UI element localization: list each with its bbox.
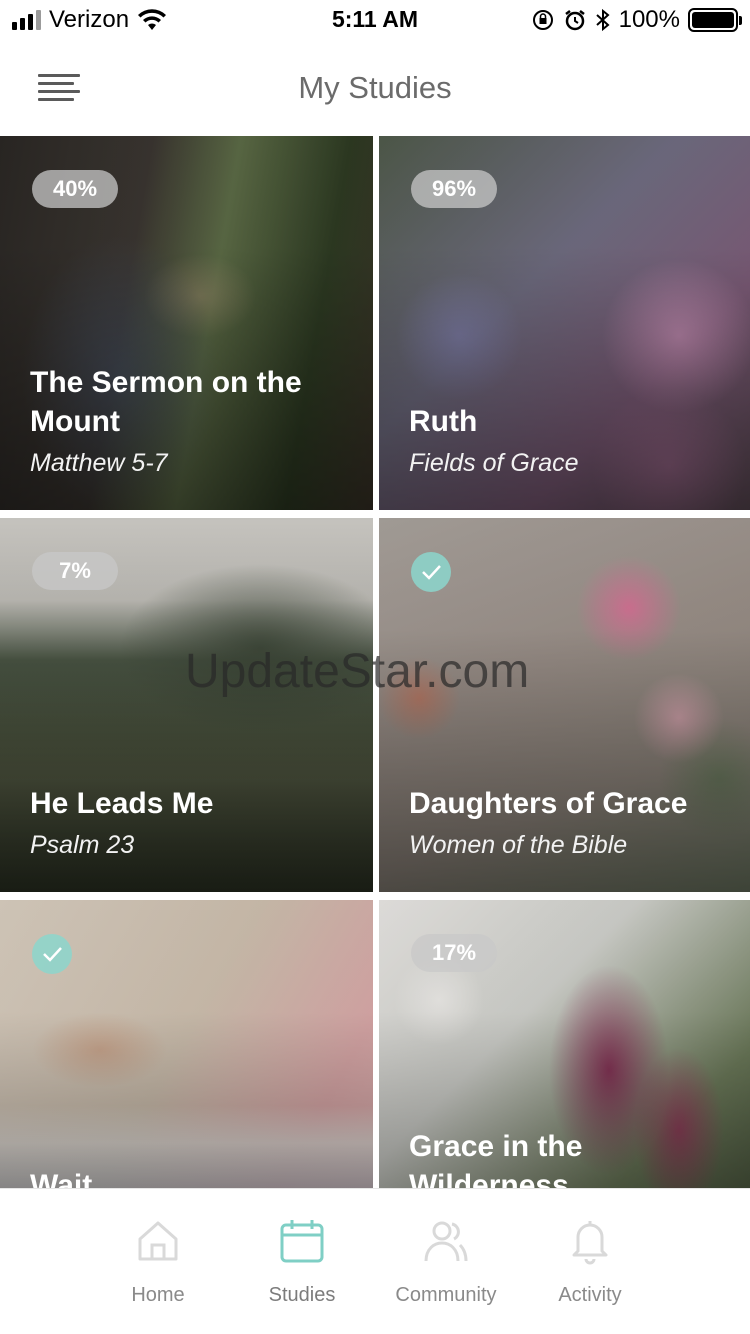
study-subtitle: Psalm 23 xyxy=(30,831,135,859)
tab-bar: Home Studies Community Activity xyxy=(0,1188,750,1334)
watermark: UpdateStar.com xyxy=(185,645,530,698)
tab-activity[interactable]: Activity xyxy=(496,1189,684,1334)
completed-check-icon xyxy=(411,552,451,592)
nav-header: My Studies xyxy=(0,40,750,136)
study-card-wait[interactable]: Wait xyxy=(0,900,373,1188)
status-bar: Verizon 5:11 AM 100% xyxy=(0,0,750,40)
progress-badge: 17% xyxy=(411,934,497,972)
battery-icon xyxy=(688,8,742,32)
battery-percent: 100% xyxy=(618,6,680,33)
calendar-icon xyxy=(280,1220,324,1263)
tab-label: Activity xyxy=(558,1284,622,1306)
status-right: 100% xyxy=(531,6,742,34)
study-title: Ruth xyxy=(409,405,478,438)
study-subtitle: Matthew 5-7 xyxy=(30,449,168,477)
study-card-daughters-of-grace[interactable]: Daughters of Grace Women of the Bible xyxy=(379,518,750,892)
study-card-grace-in-the-wilderness[interactable]: 17% Grace in the Wilderness xyxy=(379,900,750,1188)
rotation-lock-icon xyxy=(532,10,553,30)
progress-badge: 7% xyxy=(32,552,118,590)
completed-check-icon xyxy=(32,934,72,974)
study-subtitle: Women of the Bible xyxy=(409,831,628,859)
study-title: Daughters of Grace xyxy=(409,787,688,820)
study-card-ruth[interactable]: 96% Ruth Fields of Grace xyxy=(379,136,750,510)
progress-badge: 96% xyxy=(411,170,497,208)
study-title: Grace in the Wilderness xyxy=(409,1130,583,1188)
study-card-he-leads-me[interactable]: 7% He Leads Me Psalm 23 xyxy=(0,518,373,892)
alarm-icon xyxy=(564,10,585,31)
progress-badge: 40% xyxy=(32,170,118,208)
page-title: My Studies xyxy=(298,70,452,105)
home-icon xyxy=(138,1221,178,1261)
bell-icon xyxy=(572,1221,608,1265)
study-title: Wait xyxy=(30,1169,93,1188)
study-title: The Sermon on the Mount xyxy=(30,366,302,438)
studies-grid: 40% The Sermon on the Mount Matthew 5-7 … xyxy=(0,136,750,1188)
people-icon xyxy=(424,1221,468,1262)
study-subtitle: Fields of Grace xyxy=(409,449,579,477)
study-title: He Leads Me xyxy=(30,787,214,820)
study-card-sermon-on-the-mount[interactable]: 40% The Sermon on the Mount Matthew 5-7 xyxy=(0,136,373,510)
bluetooth-icon xyxy=(595,8,610,32)
